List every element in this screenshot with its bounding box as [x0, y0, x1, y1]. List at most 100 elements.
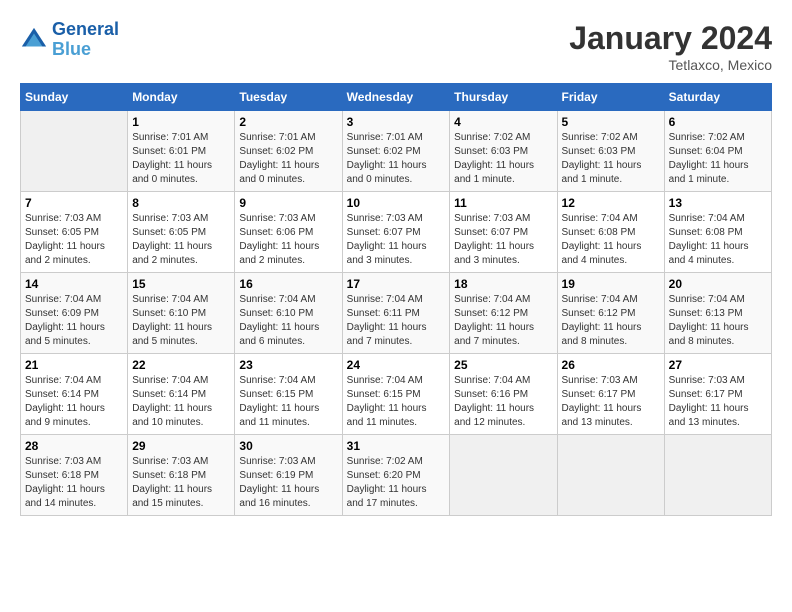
calendar-cell [450, 435, 557, 516]
calendar-cell: 1 Sunrise: 7:01 AMSunset: 6:01 PMDaylight… [128, 111, 235, 192]
calendar-cell: 29 Sunrise: 7:03 AMSunset: 6:18 PMDayligh… [128, 435, 235, 516]
calendar-cell: 24 Sunrise: 7:04 AMSunset: 6:15 PMDayligh… [342, 354, 450, 435]
day-info: Sunrise: 7:01 AMSunset: 6:01 PMDaylight:… [132, 131, 230, 187]
day-info: Sunrise: 7:02 AMSunset: 6:04 PMDaylight:… [669, 131, 767, 187]
day-number: 15 [132, 277, 230, 291]
day-number: 21 [25, 358, 123, 372]
day-info: Sunrise: 7:03 AMSunset: 6:18 PMDaylight:… [132, 455, 230, 511]
day-number: 11 [454, 196, 552, 210]
calendar-day-header: Thursday [450, 84, 557, 111]
calendar-cell [557, 435, 664, 516]
calendar-cell: 20Sunrise: 7:04 AMSunset: 6:13 PMDayligh… [664, 273, 771, 354]
logo-text: General Blue [52, 20, 119, 60]
day-number: 26 [562, 358, 660, 372]
day-info: Sunrise: 7:04 AMSunset: 6:10 PMDaylight:… [132, 293, 230, 349]
day-number: 14 [25, 277, 123, 291]
day-info: Sunrise: 7:03 AMSunset: 6:17 PMDaylight:… [562, 374, 660, 430]
calendar-cell: 8 Sunrise: 7:03 AMSunset: 6:05 PMDaylight… [128, 192, 235, 273]
calendar-cell: 12 Sunrise: 7:04 AMSunset: 6:08 PMDayligh… [557, 192, 664, 273]
day-number: 18 [454, 277, 552, 291]
calendar-day-header: Friday [557, 84, 664, 111]
day-number: 3 [347, 115, 446, 129]
day-info: Sunrise: 7:04 AMSunset: 6:14 PMDaylight:… [132, 374, 230, 430]
calendar-day-header: Sunday [21, 84, 128, 111]
day-info: Sunrise: 7:03 AMSunset: 6:18 PMDaylight:… [25, 455, 123, 511]
calendar-cell: 11 Sunrise: 7:03 AMSunset: 6:07 PMDayligh… [450, 192, 557, 273]
day-info: Sunrise: 7:01 AMSunset: 6:02 PMDaylight:… [239, 131, 337, 187]
calendar-cell: 17 Sunrise: 7:04 AMSunset: 6:11 PMDayligh… [342, 273, 450, 354]
calendar-cell: 21 Sunrise: 7:04 AMSunset: 6:14 PMDayligh… [21, 354, 128, 435]
calendar-cell: 19 Sunrise: 7:04 AMSunset: 6:12 PMDayligh… [557, 273, 664, 354]
day-number: 5 [562, 115, 660, 129]
day-info: Sunrise: 7:04 AMSunset: 6:16 PMDaylight:… [454, 374, 552, 430]
day-info: Sunrise: 7:04 AMSunset: 6:09 PMDaylight:… [25, 293, 123, 349]
calendar-cell: 30 Sunrise: 7:03 AMSunset: 6:19 PMDayligh… [235, 435, 342, 516]
day-number: 13 [669, 196, 767, 210]
day-info: Sunrise: 7:02 AMSunset: 6:03 PMDaylight:… [454, 131, 552, 187]
calendar-cell: 10 Sunrise: 7:03 AMSunset: 6:07 PMDayligh… [342, 192, 450, 273]
calendar-cell [664, 435, 771, 516]
day-number: 27 [669, 358, 767, 372]
calendar-cell: 7 Sunrise: 7:03 AMSunset: 6:05 PMDaylight… [21, 192, 128, 273]
day-info: Sunrise: 7:03 AMSunset: 6:07 PMDaylight:… [347, 212, 446, 268]
day-number: 16 [239, 277, 337, 291]
day-info: Sunrise: 7:04 AMSunset: 6:08 PMDaylight:… [562, 212, 660, 268]
day-info: Sunrise: 7:04 AMSunset: 6:08 PMDaylight:… [669, 212, 767, 268]
day-number: 25 [454, 358, 552, 372]
day-number: 17 [347, 277, 446, 291]
day-number: 10 [347, 196, 446, 210]
day-info: Sunrise: 7:03 AMSunset: 6:05 PMDaylight:… [132, 212, 230, 268]
day-number: 24 [347, 358, 446, 372]
logo: General Blue [20, 20, 119, 60]
calendar-cell: 9Sunrise: 7:03 AMSunset: 6:06 PMDaylight… [235, 192, 342, 273]
calendar-day-header: Saturday [664, 84, 771, 111]
day-info: Sunrise: 7:03 AMSunset: 6:19 PMDaylight:… [239, 455, 337, 511]
calendar-day-header: Tuesday [235, 84, 342, 111]
calendar-cell: 6Sunrise: 7:02 AMSunset: 6:04 PMDaylight… [664, 111, 771, 192]
calendar-week-row: 28 Sunrise: 7:03 AMSunset: 6:18 PMDayligh… [21, 435, 772, 516]
day-number: 31 [347, 439, 446, 453]
day-number: 30 [239, 439, 337, 453]
calendar-day-header: Monday [128, 84, 235, 111]
day-info: Sunrise: 7:03 AMSunset: 6:05 PMDaylight:… [25, 212, 123, 268]
calendar-cell: 31Sunrise: 7:02 AMSunset: 6:20 PMDayligh… [342, 435, 450, 516]
calendar-cell: 3 Sunrise: 7:01 AMSunset: 6:02 PMDaylight… [342, 111, 450, 192]
day-info: Sunrise: 7:01 AMSunset: 6:02 PMDaylight:… [347, 131, 446, 187]
day-info: Sunrise: 7:03 AMSunset: 6:07 PMDaylight:… [454, 212, 552, 268]
day-info: Sunrise: 7:04 AMSunset: 6:11 PMDaylight:… [347, 293, 446, 349]
calendar-cell: 15 Sunrise: 7:04 AMSunset: 6:10 PMDayligh… [128, 273, 235, 354]
day-number: 2 [239, 115, 337, 129]
subtitle: Tetlaxco, Mexico [569, 57, 772, 73]
day-info: Sunrise: 7:04 AMSunset: 6:14 PMDaylight:… [25, 374, 123, 430]
day-info: Sunrise: 7:04 AMSunset: 6:12 PMDaylight:… [562, 293, 660, 349]
day-number: 22 [132, 358, 230, 372]
page-header: General Blue January 2024 Tetlaxco, Mexi… [20, 20, 772, 73]
day-info: Sunrise: 7:04 AMSunset: 6:10 PMDaylight:… [239, 293, 337, 349]
day-number: 28 [25, 439, 123, 453]
day-number: 4 [454, 115, 552, 129]
day-info: Sunrise: 7:04 AMSunset: 6:13 PMDaylight:… [669, 293, 767, 349]
calendar-cell: 22 Sunrise: 7:04 AMSunset: 6:14 PMDayligh… [128, 354, 235, 435]
calendar-week-row: 1 Sunrise: 7:01 AMSunset: 6:01 PMDaylight… [21, 111, 772, 192]
day-number: 29 [132, 439, 230, 453]
day-info: Sunrise: 7:02 AMSunset: 6:03 PMDaylight:… [562, 131, 660, 187]
day-number: 23 [239, 358, 337, 372]
calendar-cell: 28 Sunrise: 7:03 AMSunset: 6:18 PMDayligh… [21, 435, 128, 516]
calendar-cell: 13 Sunrise: 7:04 AMSunset: 6:08 PMDayligh… [664, 192, 771, 273]
day-info: Sunrise: 7:04 AMSunset: 6:15 PMDaylight:… [347, 374, 446, 430]
calendar-cell: 27 Sunrise: 7:03 AMSunset: 6:17 PMDayligh… [664, 354, 771, 435]
day-info: Sunrise: 7:03 AMSunset: 6:17 PMDaylight:… [669, 374, 767, 430]
day-number: 8 [132, 196, 230, 210]
day-number: 7 [25, 196, 123, 210]
calendar-cell: 5 Sunrise: 7:02 AMSunset: 6:03 PMDaylight… [557, 111, 664, 192]
logo-icon [20, 26, 48, 54]
day-number: 12 [562, 196, 660, 210]
day-number: 1 [132, 115, 230, 129]
calendar-header-row: SundayMondayTuesdayWednesdayThursdayFrid… [21, 84, 772, 111]
main-title: January 2024 [569, 20, 772, 57]
calendar-table: SundayMondayTuesdayWednesdayThursdayFrid… [20, 83, 772, 516]
day-number: 19 [562, 277, 660, 291]
calendar-day-header: Wednesday [342, 84, 450, 111]
calendar-cell [21, 111, 128, 192]
calendar-body: 1 Sunrise: 7:01 AMSunset: 6:01 PMDaylight… [21, 111, 772, 516]
